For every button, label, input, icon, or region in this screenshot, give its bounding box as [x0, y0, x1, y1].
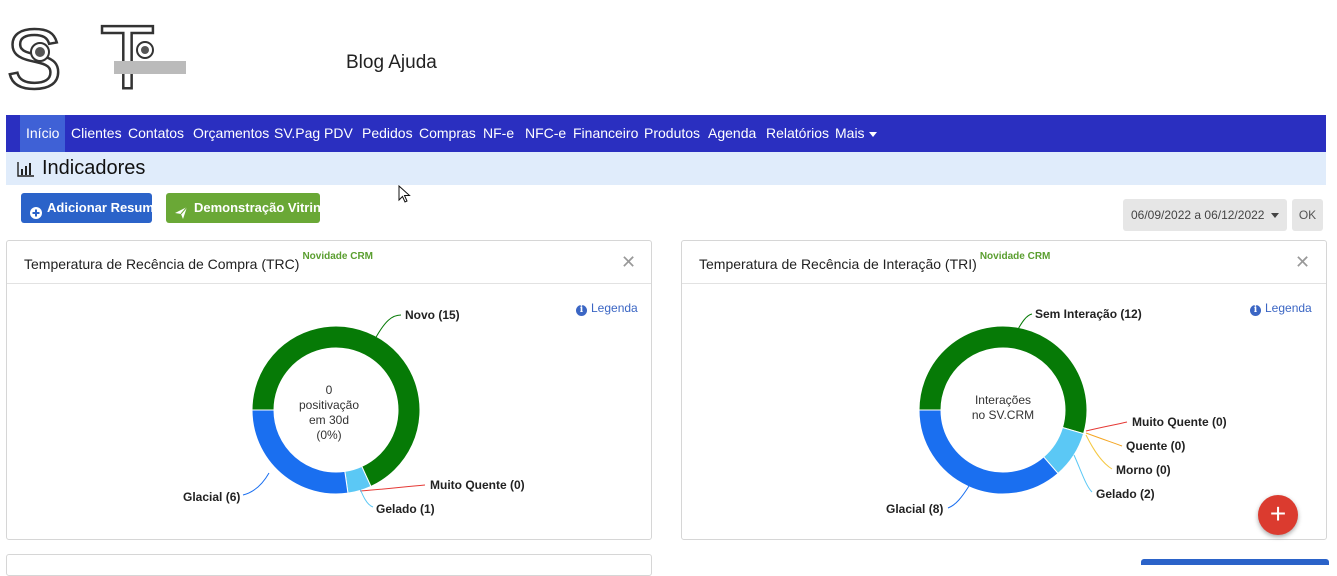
- nav-item-relatorios[interactable]: Relatórios: [760, 115, 835, 152]
- nav-item-mais-label: Mais: [835, 125, 865, 141]
- caret-down-icon: [868, 131, 877, 137]
- tri-center-line-1: Interações: [975, 393, 1031, 407]
- nav-item-contatos[interactable]: Contatos: [122, 115, 190, 152]
- next-button-edge[interactable]: [1141, 559, 1329, 565]
- paper-plane-icon: [174, 201, 188, 219]
- nav-item-agenda[interactable]: Agenda: [702, 115, 762, 152]
- demo-showcase-label: Demonstração Vitrine: [194, 200, 329, 215]
- trc-leader-glacial: [242, 472, 270, 496]
- tri-center-line-2: no SV.CRM: [972, 408, 1034, 422]
- next-panel-edge: [6, 554, 652, 576]
- tri-label-glacial: Glacial (8): [886, 502, 943, 516]
- trc-center-line-2: positivação: [299, 398, 359, 412]
- trc-leader-novo: [374, 314, 402, 340]
- nav-item-pedidos[interactable]: Pedidos: [356, 115, 419, 152]
- tri-donut-chart: Sem Interação (12) Muito Quente (0) Quen…: [886, 307, 1227, 516]
- blog-title[interactable]: Blog Ajuda: [346, 52, 437, 74]
- nav-item-produtos[interactable]: Produtos: [638, 115, 706, 152]
- trc-center-count: 0: [326, 383, 333, 397]
- page-title: Indicadores: [42, 157, 146, 179]
- trc-label-glacial: Glacial (6): [183, 490, 240, 504]
- date-range-label: 06/09/2022 a 06/12/2022: [1131, 208, 1265, 222]
- tri-label-muito-quente: Muito Quente (0): [1132, 415, 1227, 429]
- tri-leader-morno: [1085, 434, 1113, 470]
- tri-label-gelado: Gelado (2): [1096, 487, 1155, 501]
- main-navbar: Início Clientes Contatos Orçamentos SV.P…: [6, 115, 1326, 152]
- trc-donut-chart: Novo (15) Muito Quente (0) Gelado (1) Gl…: [183, 308, 525, 516]
- mouse-cursor-icon: [398, 184, 412, 205]
- tri-leader-muito-quente: [1085, 421, 1128, 432]
- plus-circle-icon: [29, 201, 43, 219]
- tri-leader-glacial: [947, 485, 970, 509]
- tri-label-morno: Morno (0): [1116, 463, 1171, 477]
- bar-chart-icon: [17, 161, 35, 177]
- tri-panel: Temperatura de Recência de Interação (TR…: [681, 240, 1327, 540]
- caret-down-icon: [1271, 213, 1279, 218]
- add-summary-label: Adicionar Resumo: [47, 200, 162, 215]
- trc-center-line-3: em 30d: [309, 413, 349, 427]
- nav-item-pdv[interactable]: PDV: [318, 115, 359, 152]
- nav-item-inicio[interactable]: Início: [20, 115, 66, 152]
- tri-slice-glacial[interactable]: [918, 409, 1059, 495]
- trc-label-muito-quente: Muito Quente (0): [430, 478, 525, 492]
- nav-item-financeiro[interactable]: Financeiro: [567, 115, 644, 152]
- brand-logo[interactable]: S T: [4, 7, 194, 109]
- nav-item-clientes[interactable]: Clientes: [65, 115, 128, 152]
- tri-leader-gelado: [1073, 454, 1093, 493]
- ok-button[interactable]: OK: [1292, 199, 1323, 231]
- nav-item-orcamentos[interactable]: Orçamentos: [187, 115, 275, 152]
- trc-label-gelado: Gelado (1): [376, 502, 435, 516]
- nav-item-nfe[interactable]: NF-e: [477, 115, 520, 152]
- demo-showcase-button[interactable]: Demonstração Vitrine: [166, 193, 328, 223]
- tri-label-sem-interacao: Sem Interação (12): [1035, 307, 1142, 321]
- add-widget-fab[interactable]: +: [1258, 495, 1298, 535]
- date-range-dropdown[interactable]: 06/09/2022 a 06/12/2022: [1123, 199, 1287, 231]
- add-summary-button[interactable]: Adicionar Resumo: [21, 193, 162, 223]
- tri-label-quente: Quente (0): [1126, 439, 1185, 453]
- nav-item-compras[interactable]: Compras: [413, 115, 482, 152]
- nav-item-mais[interactable]: Mais: [829, 115, 883, 152]
- trc-label-novo: Novo (15): [405, 308, 460, 322]
- trc-panel: Temperatura de Recência de Compra (TRC) N…: [6, 240, 652, 540]
- page-header-bar: [6, 152, 1326, 185]
- nav-item-nfce[interactable]: NFC-e: [519, 115, 572, 152]
- trc-center-percent: (0%): [316, 428, 341, 442]
